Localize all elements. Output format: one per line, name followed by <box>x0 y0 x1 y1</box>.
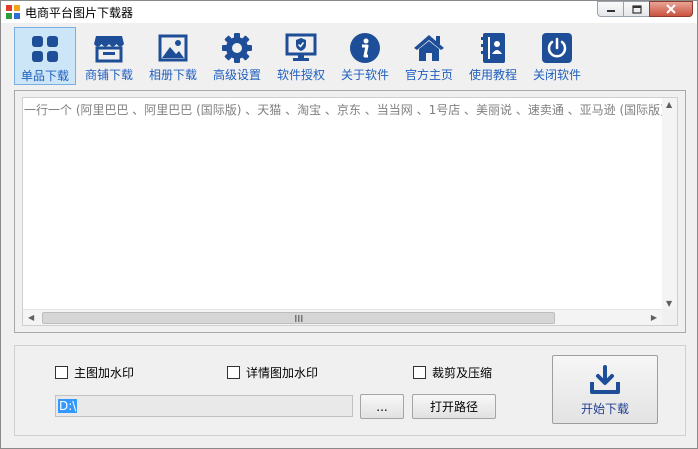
tool-label: 关于软件 <box>340 68 389 82</box>
home-icon <box>412 33 446 63</box>
maximize-button[interactable] <box>623 1 649 17</box>
url-list-textarea[interactable]: 一行一个 (阿里巴巴 、阿里巴巴 (国际版) 、天猫 、淘宝 、京东 、当当网 … <box>22 97 678 326</box>
book-icon <box>476 33 510 63</box>
tool-label: 关闭软件 <box>532 68 581 82</box>
tool-about[interactable]: 关于软件 <box>334 27 396 85</box>
start-download-label: 开始下载 <box>580 402 629 416</box>
tool-label: 商铺下载 <box>84 68 133 82</box>
save-path-field[interactable]: D:\ <box>55 395 353 417</box>
store-icon <box>92 33 126 63</box>
url-list-placeholder: 一行一个 (阿里巴巴 、阿里巴巴 (国际版) 、天猫 、淘宝 、京东 、当当网 … <box>24 103 664 117</box>
tool-label: 软件授权 <box>276 68 325 82</box>
open-path-button-label: 打开路径 <box>429 400 478 414</box>
tool-label: 高级设置 <box>212 68 261 82</box>
tool-exit[interactable]: 关闭软件 <box>526 27 588 85</box>
crop-compress-checkbox[interactable]: 裁剪及压缩 <box>413 364 492 381</box>
info-icon <box>348 33 382 63</box>
options-panel: 主图加水印 详情图加水印 裁剪及压缩 D:\ ... 打开路径 开始下载 <box>14 345 686 436</box>
window-title: 电商平台图片下载器 <box>25 6 134 20</box>
tool-homepage[interactable]: 官方主页 <box>398 27 460 85</box>
checkbox-label: 详情图加水印 <box>246 366 319 380</box>
tool-single-download[interactable]: 单品下载 <box>14 27 76 85</box>
checkbox-label: 主图加水印 <box>74 366 135 380</box>
main-toolbar: 单品下载 商铺下载 相册下载 高级设置 软件授权 关于软件 官方主页 使用教程 … <box>14 27 686 87</box>
main-watermark-checkbox[interactable]: 主图加水印 <box>55 364 134 381</box>
detail-watermark-checkbox[interactable]: 详情图加水印 <box>227 364 318 381</box>
minimize-icon <box>606 10 615 12</box>
scroll-left-icon[interactable]: ◀ <box>28 313 34 322</box>
tool-license[interactable]: 软件授权 <box>270 27 332 85</box>
monitor-shield-icon <box>284 33 318 63</box>
save-path-value: D:\ <box>58 399 78 413</box>
scroll-down-icon[interactable]: ▼ <box>666 299 672 308</box>
grip-icon <box>294 314 302 322</box>
tool-label: 官方主页 <box>404 68 453 82</box>
tool-label: 单品下载 <box>20 69 69 83</box>
maximize-icon <box>631 4 642 14</box>
app-logo-icon <box>6 5 20 19</box>
scroll-up-icon[interactable]: ▲ <box>666 100 672 109</box>
tool-tutorial[interactable]: 使用教程 <box>462 27 524 85</box>
checkbox-box[interactable] <box>413 366 426 379</box>
tool-advanced-settings[interactable]: 高级设置 <box>206 27 268 85</box>
url-list-panel: 一行一个 (阿里巴巴 、阿里巴巴 (国际版) 、天猫 、淘宝 、京东 、当当网 … <box>14 90 686 333</box>
horizontal-scroll-thumb[interactable] <box>42 312 555 324</box>
close-icon <box>666 4 676 14</box>
close-button[interactable] <box>649 1 693 17</box>
title-bar: 电商平台图片下载器 <box>1 1 697 23</box>
scroll-right-icon[interactable]: ▶ <box>651 313 657 322</box>
tool-label: 相册下载 <box>148 68 197 82</box>
open-path-button[interactable]: 打开路径 <box>412 394 496 419</box>
start-download-button[interactable]: 开始下载 <box>552 355 658 424</box>
app-window: 电商平台图片下载器 单品下载 商铺下载 相册下载 高级设置 软件授权 关于软件 … <box>0 0 698 449</box>
browse-button-label: ... <box>376 399 388 414</box>
tool-album-download[interactable]: 相册下载 <box>142 27 204 85</box>
tool-store-download[interactable]: 商铺下载 <box>78 27 140 85</box>
power-icon <box>540 33 574 63</box>
browse-button[interactable]: ... <box>360 394 404 419</box>
horizontal-scrollbar[interactable]: ◀ ▶ <box>23 309 662 325</box>
checkbox-box[interactable] <box>55 366 68 379</box>
scroll-corner <box>662 309 677 325</box>
grid-icon <box>28 34 62 64</box>
minimize-button[interactable] <box>597 1 623 17</box>
checkbox-box[interactable] <box>227 366 240 379</box>
window-controls <box>597 1 693 19</box>
picture-icon <box>156 33 190 63</box>
checkbox-label: 裁剪及压缩 <box>432 366 493 380</box>
download-icon <box>590 365 620 394</box>
vertical-scrollbar[interactable]: ▲ ▼ <box>662 98 677 310</box>
tool-label: 使用教程 <box>468 68 517 82</box>
gear-icon <box>220 33 254 63</box>
